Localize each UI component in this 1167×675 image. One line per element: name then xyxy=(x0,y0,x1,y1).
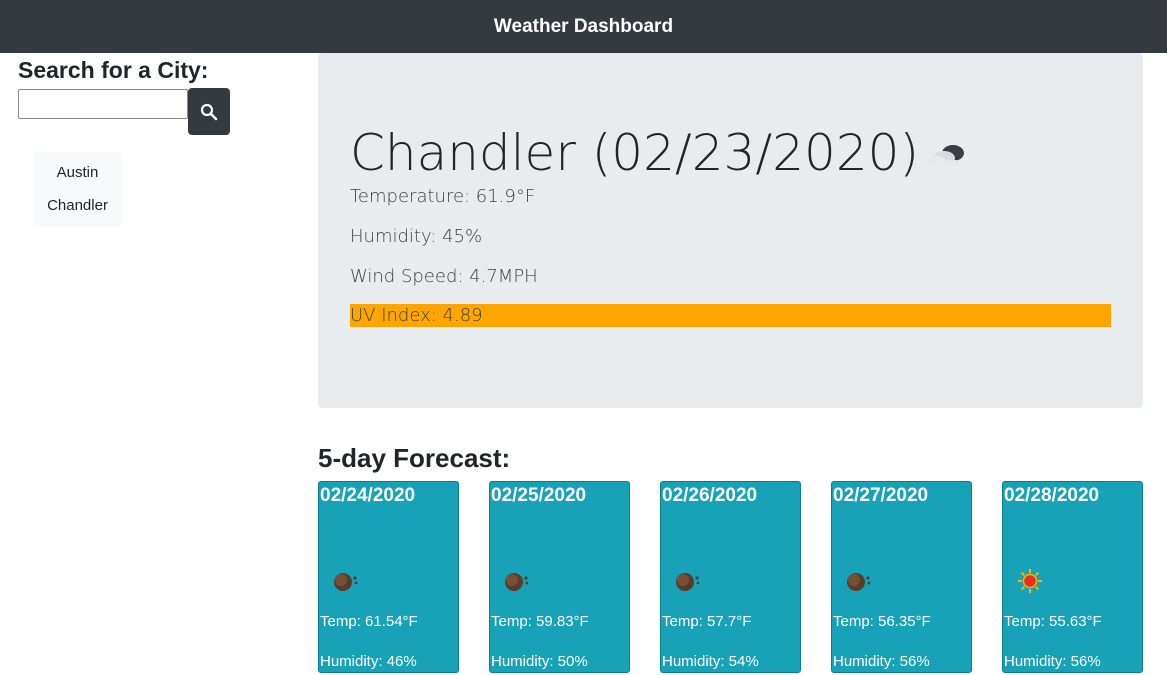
cloud-icon xyxy=(926,145,964,167)
haze-icon xyxy=(676,573,700,591)
sidebar: Search for a City: Austin Chandler xyxy=(18,56,298,227)
forecast-card: 02/28/2020 Temp: 55.63°F Humidity: 56% xyxy=(1002,481,1143,673)
forecast-date: 02/27/2020 xyxy=(833,485,929,506)
history-item-chandler[interactable]: Chandler xyxy=(47,196,108,216)
forecast-humidity: Humidity: 46% xyxy=(320,653,417,670)
app-title: Weather Dashboard xyxy=(493,15,674,37)
temperature-text: Temperature: 61.9°F xyxy=(350,186,536,207)
sun-icon xyxy=(1018,569,1042,593)
forecast-heading: 5-day Forecast: xyxy=(318,443,511,473)
forecast-humidity: Humidity: 56% xyxy=(1004,653,1101,670)
forecast-date: 02/24/2020 xyxy=(320,485,416,506)
forecast-card: 02/27/2020 Temp: 56.35°F Humidity: 56% xyxy=(831,481,972,673)
current-weather-title: Chandler (02/23/2020) xyxy=(350,123,969,183)
forecast-date: 02/26/2020 xyxy=(662,485,758,506)
forecast-temp: Temp: 57.7°F xyxy=(662,613,752,630)
wind-speed-text: Wind Speed: 4.7MPH xyxy=(350,266,538,287)
forecast-row: 02/24/2020 Temp: 61.54°F Humidity: 46% 0… xyxy=(318,481,1148,673)
uv-index-text: UV Index: 4.89 xyxy=(350,305,483,326)
haze-icon xyxy=(334,573,358,591)
history-item-austin[interactable]: Austin xyxy=(57,163,99,183)
forecast-humidity: Humidity: 50% xyxy=(491,653,588,670)
search-icon xyxy=(200,103,218,120)
uv-index-bar: UV Index: 4.89 xyxy=(350,304,1111,327)
search-button[interactable] xyxy=(188,88,230,135)
search-row xyxy=(18,88,298,136)
city-date-heading: Chandler (02/23/2020) xyxy=(350,124,919,182)
search-history-list: Austin Chandler xyxy=(33,152,122,227)
forecast-humidity: Humidity: 56% xyxy=(833,653,930,670)
forecast-temp: Temp: 59.83°F xyxy=(491,613,589,630)
forecast-card: 02/24/2020 Temp: 61.54°F Humidity: 46% xyxy=(318,481,459,673)
forecast-date: 02/25/2020 xyxy=(491,485,587,506)
forecast-temp: Temp: 61.54°F xyxy=(320,613,418,630)
forecast-temp: Temp: 55.63°F xyxy=(1004,613,1102,630)
humidity-text: Humidity: 45% xyxy=(350,226,483,247)
haze-icon xyxy=(505,573,529,591)
current-weather-panel: Chandler (02/23/2020) Temperature: 61.9°… xyxy=(318,53,1143,408)
city-search-input[interactable] xyxy=(18,89,188,119)
forecast-humidity: Humidity: 54% xyxy=(662,653,759,670)
forecast-temp: Temp: 56.35°F xyxy=(833,613,931,630)
forecast-date: 02/28/2020 xyxy=(1004,485,1100,506)
forecast-card: 02/25/2020 Temp: 59.83°F Humidity: 50% xyxy=(489,481,630,673)
search-heading: Search for a City: xyxy=(18,57,209,83)
top-navbar: Weather Dashboard xyxy=(0,0,1167,53)
haze-icon xyxy=(847,573,871,591)
forecast-card: 02/26/2020 Temp: 57.7°F Humidity: 54% xyxy=(660,481,801,673)
